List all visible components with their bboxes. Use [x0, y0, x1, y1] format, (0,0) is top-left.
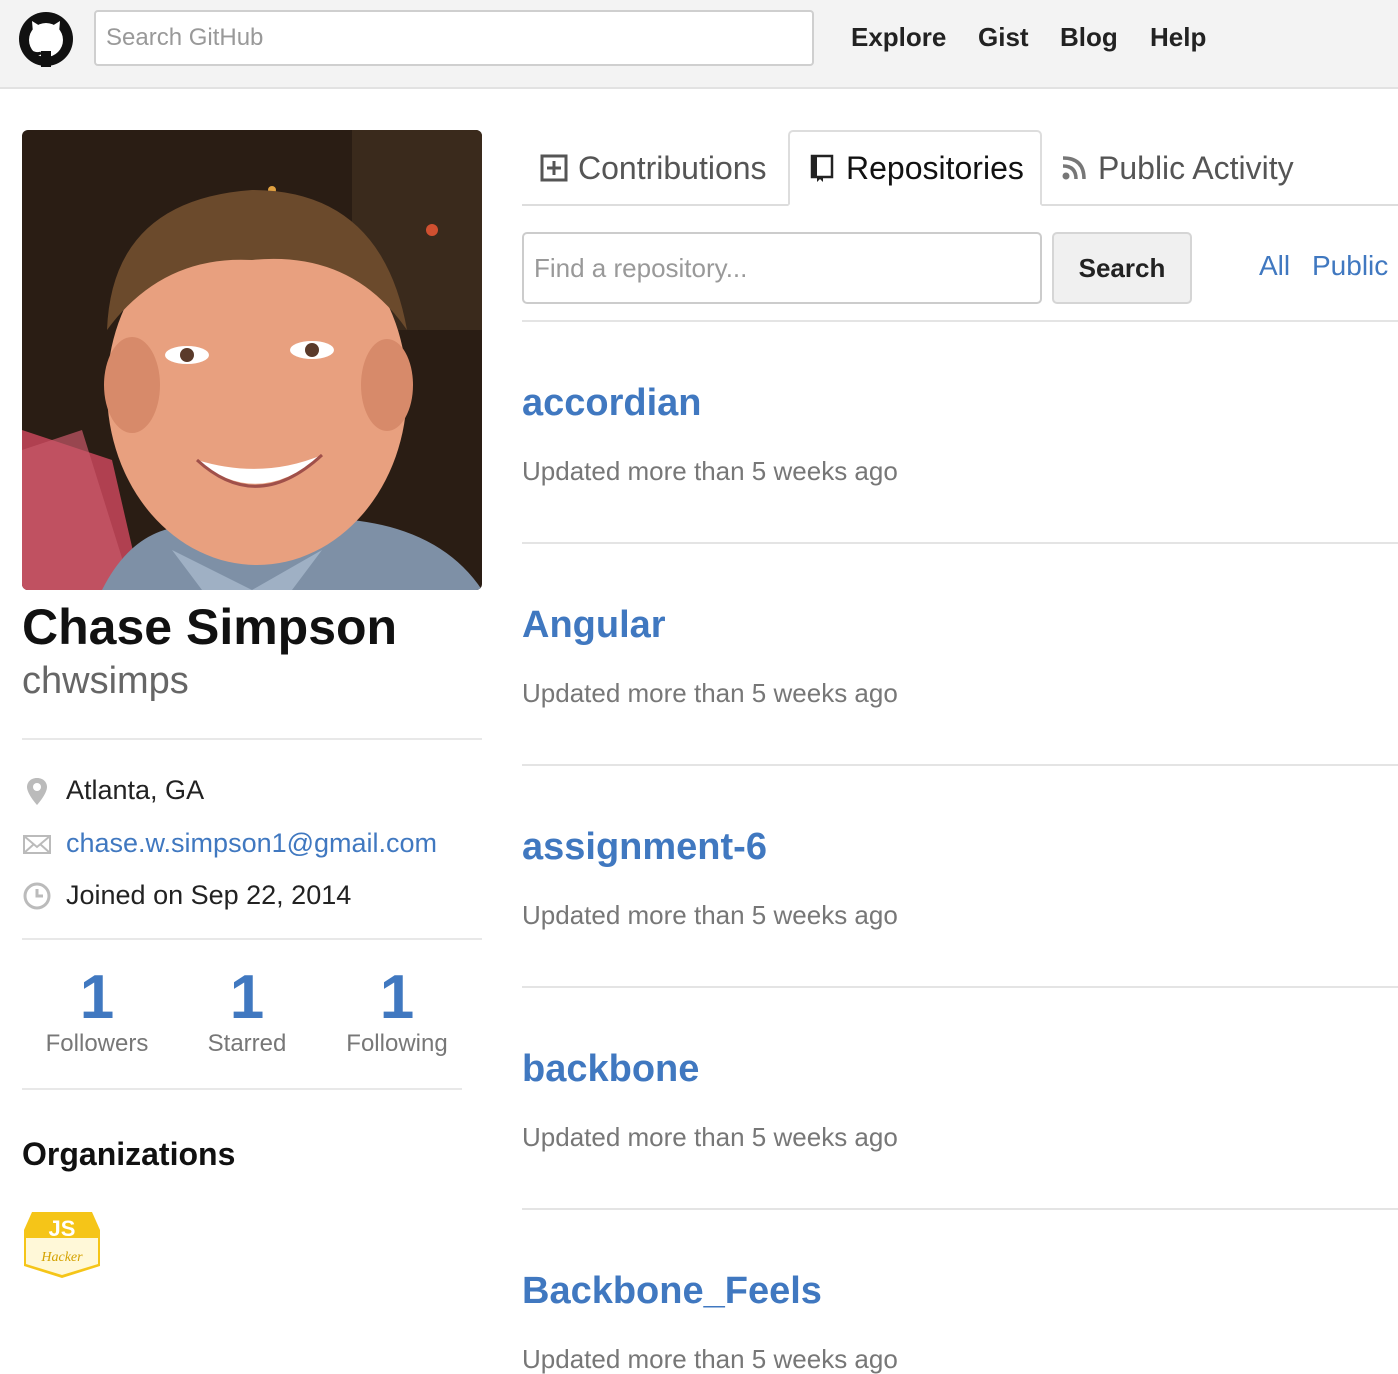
tab-contributions-label: Contributions	[578, 149, 767, 186]
organizations-heading: Organizations	[22, 1136, 236, 1172]
filter-public[interactable]: Public	[1312, 250, 1388, 282]
email-link[interactable]: chase.w.simpson1@gmail.com	[66, 828, 437, 859]
svg-text:JS: JS	[49, 1216, 76, 1241]
divider	[22, 1088, 462, 1090]
repository-list: accordian Updated more than 5 weeks ago …	[522, 320, 1398, 1374]
repo-name-link[interactable]: accordian	[522, 382, 702, 425]
rss-icon	[1062, 156, 1086, 180]
repo-search-button[interactable]: Search	[1052, 232, 1192, 304]
profile-location: Atlanta, GA	[22, 775, 204, 806]
find-repository-input[interactable]	[522, 232, 1042, 304]
divider	[22, 738, 482, 740]
repo-book-icon	[810, 154, 834, 182]
starred-count[interactable]: 1	[172, 962, 322, 1033]
repo-item: Backbone_Feels Updated more than 5 weeks…	[522, 1210, 1398, 1374]
profile-joined: Joined on Sep 22, 2014	[22, 880, 351, 911]
repo-updated-text: Updated more than 5 weeks ago	[522, 900, 898, 930]
following-label[interactable]: Following	[322, 1030, 472, 1058]
top-header: Explore Gist Blog Help	[0, 0, 1398, 89]
divider	[22, 938, 482, 940]
clock-icon	[23, 882, 51, 909]
nav-gist[interactable]: Gist	[978, 22, 1029, 53]
search-github-input[interactable]	[94, 10, 814, 66]
repo-name-link[interactable]: Backbone_Feels	[522, 1270, 822, 1313]
avatar[interactable]	[22, 130, 482, 590]
repo-item: Angular Updated more than 5 weeks ago	[522, 544, 1398, 766]
repo-updated-text: Updated more than 5 weeks ago	[522, 456, 898, 486]
nav-help[interactable]: Help	[1150, 22, 1206, 53]
followers-count[interactable]: 1	[22, 962, 172, 1033]
followers-label[interactable]: Followers	[22, 1030, 172, 1058]
following-count[interactable]: 1	[322, 962, 472, 1033]
profile-username: chwsimps	[22, 660, 189, 702]
repo-item: assignment-6 Updated more than 5 weeks a…	[522, 766, 1398, 988]
repo-name-link[interactable]: Angular	[522, 604, 666, 647]
profile-email: chase.w.simpson1@gmail.com	[22, 828, 437, 859]
nav-explore[interactable]: Explore	[851, 22, 946, 53]
repo-name-link[interactable]: backbone	[522, 1048, 699, 1091]
tab-public-activity-label: Public Activity	[1098, 149, 1294, 186]
github-octocat-icon[interactable]	[18, 11, 74, 67]
profile-full-name: Chase Simpson	[22, 599, 398, 655]
contributions-icon	[540, 154, 568, 182]
repo-updated-text: Updated more than 5 weeks ago	[522, 1344, 898, 1374]
location-text: Atlanta, GA	[66, 775, 205, 805]
repo-name-link[interactable]: assignment-6	[522, 826, 767, 869]
nav-blog[interactable]: Blog	[1060, 22, 1118, 53]
js-hacker-org-badge[interactable]: JS Hacker	[22, 1208, 102, 1280]
mail-icon	[23, 834, 51, 854]
repo-item: accordian Updated more than 5 weeks ago	[522, 322, 1398, 544]
repo-updated-text: Updated more than 5 weeks ago	[522, 1122, 898, 1152]
svg-text:Hacker: Hacker	[40, 1250, 83, 1265]
repo-item: backbone Updated more than 5 weeks ago	[522, 988, 1398, 1210]
starred-label[interactable]: Starred	[172, 1030, 322, 1058]
joined-text: Joined on Sep 22, 2014	[66, 880, 352, 910]
location-pin-icon	[27, 777, 47, 805]
tab-repositories[interactable]: Repositories	[788, 130, 1042, 206]
tab-contributions[interactable]: Contributions	[540, 130, 767, 206]
filter-all[interactable]: All	[1259, 250, 1290, 282]
tab-public-activity[interactable]: Public Activity	[1060, 130, 1294, 206]
repo-updated-text: Updated more than 5 weeks ago	[522, 678, 898, 708]
tab-repositories-label: Repositories	[846, 149, 1024, 186]
